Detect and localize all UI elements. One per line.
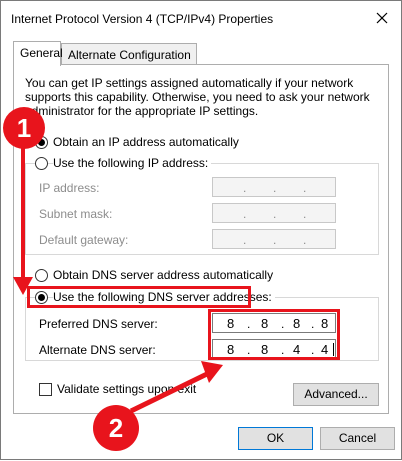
validate-settings-checkbox[interactable] bbox=[39, 383, 52, 396]
tab-alternate-configuration[interactable]: Alternate Configuration bbox=[61, 43, 197, 65]
window-title: Internet Protocol Version 4 (TCP/IPv4) P… bbox=[11, 12, 274, 26]
ip-address-label: IP address: bbox=[39, 181, 100, 195]
dns-radio-highlight bbox=[27, 286, 251, 308]
validate-settings-label[interactable]: Validate settings upon exit bbox=[57, 382, 196, 396]
ok-button[interactable]: OK bbox=[238, 427, 313, 450]
description-text: You can get IP settings assigned automat… bbox=[25, 76, 370, 118]
ip-address-input: ... bbox=[212, 177, 336, 197]
subnet-mask-label: Subnet mask: bbox=[39, 207, 113, 221]
preferred-dns-label: Preferred DNS server: bbox=[39, 317, 158, 331]
advanced-button[interactable]: Advanced... bbox=[293, 383, 379, 406]
properties-dialog: Internet Protocol Version 4 (TCP/IPv4) P… bbox=[0, 0, 402, 460]
step-2-badge: 2 bbox=[93, 405, 139, 451]
subnet-mask-input: ... bbox=[212, 203, 336, 223]
obtain-ip-auto-label[interactable]: Obtain an IP address automatically bbox=[53, 135, 239, 149]
title-bar: Internet Protocol Version 4 (TCP/IPv4) P… bbox=[1, 1, 401, 35]
default-gateway-input: ... bbox=[212, 229, 336, 249]
dns-values-highlight bbox=[208, 309, 340, 360]
step-1-badge: 1 bbox=[3, 107, 45, 149]
close-icon[interactable] bbox=[371, 7, 393, 29]
cancel-button[interactable]: Cancel bbox=[320, 427, 395, 450]
alternate-dns-label: Alternate DNS server: bbox=[39, 343, 156, 357]
use-following-ip-radio[interactable] bbox=[35, 157, 48, 170]
tab-general[interactable]: General bbox=[13, 41, 63, 66]
use-following-ip-label[interactable]: Use the following IP address: bbox=[53, 156, 212, 170]
obtain-dns-auto-radio[interactable] bbox=[35, 269, 48, 282]
obtain-dns-auto-label[interactable]: Obtain DNS server address automatically bbox=[53, 268, 273, 282]
default-gateway-label: Default gateway: bbox=[39, 233, 129, 247]
